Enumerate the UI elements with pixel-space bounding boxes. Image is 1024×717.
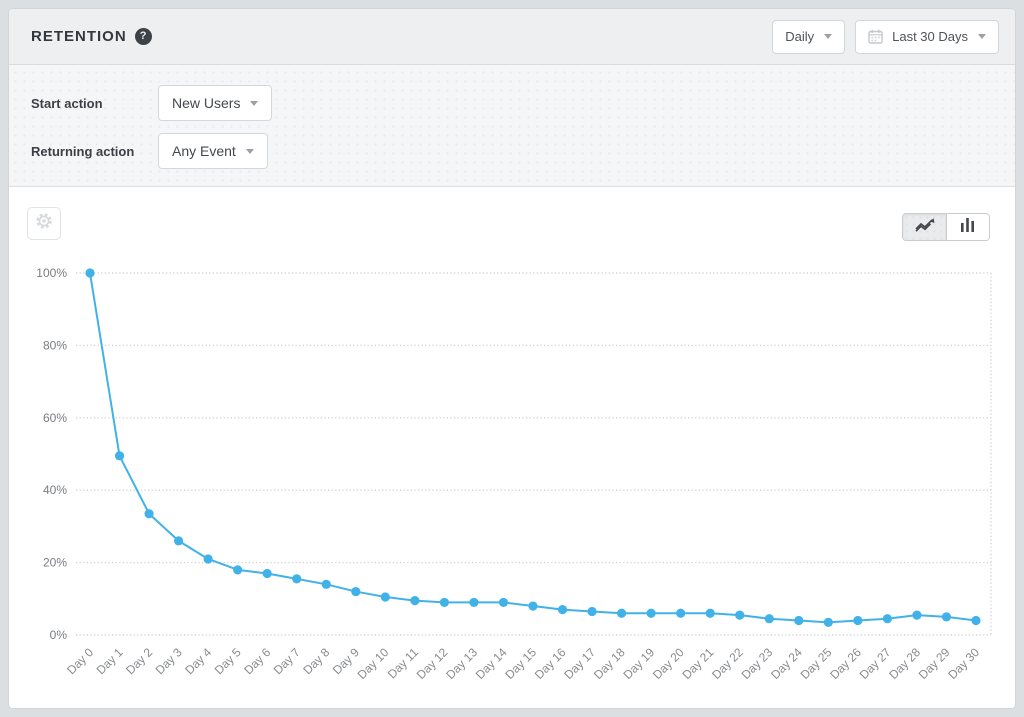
chevron-down-icon xyxy=(246,149,254,154)
returning-action-dropdown[interactable]: Any Event xyxy=(158,133,268,169)
data-point[interactable] xyxy=(706,609,715,618)
x-tick-label: Day 10 xyxy=(355,645,392,682)
data-point[interactable] xyxy=(263,569,272,578)
returning-action-label: Returning action xyxy=(31,144,158,159)
x-tick-label: Day 18 xyxy=(591,645,628,682)
retention-series-line xyxy=(90,273,976,622)
x-tick-label: Day 2 xyxy=(123,645,155,677)
start-action-value: New Users xyxy=(172,95,240,111)
retention-line-chart[interactable]: 100%80%60%40%20%0%Day 0Day 1Day 2Day 3Da… xyxy=(9,187,1016,709)
data-point[interactable] xyxy=(942,612,951,621)
x-tick-label: Day 13 xyxy=(443,645,480,682)
data-point[interactable] xyxy=(647,609,656,618)
x-tick-label: Day 20 xyxy=(650,645,687,682)
data-point[interactable] xyxy=(883,614,892,623)
data-point[interactable] xyxy=(381,592,390,601)
data-point[interactable] xyxy=(587,607,596,616)
data-point[interactable] xyxy=(853,616,862,625)
report-header: RETENTION ? Daily Last 3 xyxy=(9,9,1015,65)
x-tick-label: Day 16 xyxy=(532,645,569,682)
x-tick-label: Day 25 xyxy=(798,645,835,682)
calendar-icon xyxy=(868,29,883,44)
date-range-dropdown[interactable]: Last 30 Days xyxy=(855,20,999,54)
x-tick-label: Day 7 xyxy=(271,645,303,677)
x-tick-label: Day 4 xyxy=(182,645,214,677)
data-point[interactable] xyxy=(558,605,567,614)
x-tick-label: Day 15 xyxy=(502,645,539,682)
data-point[interactable] xyxy=(971,616,980,625)
data-point[interactable] xyxy=(233,565,242,574)
returning-action-value: Any Event xyxy=(172,143,236,159)
returning-action-row: Returning action Any Event xyxy=(31,133,1015,169)
y-tick-label: 20% xyxy=(43,556,67,570)
data-point[interactable] xyxy=(912,610,921,619)
y-tick-label: 80% xyxy=(43,338,67,352)
x-tick-label: Day 0 xyxy=(64,645,96,677)
data-point[interactable] xyxy=(351,587,360,596)
data-point[interactable] xyxy=(440,598,449,607)
x-tick-label: Day 14 xyxy=(473,645,510,682)
x-tick-label: Day 11 xyxy=(385,645,421,681)
x-tick-label: Day 17 xyxy=(561,645,598,682)
data-point[interactable] xyxy=(292,574,301,583)
page-title: RETENTION xyxy=(31,28,127,45)
data-point[interactable] xyxy=(410,596,419,605)
data-point[interactable] xyxy=(765,614,774,623)
x-tick-label: Day 26 xyxy=(827,645,864,682)
start-action-label: Start action xyxy=(31,96,158,111)
data-point[interactable] xyxy=(617,609,626,618)
data-point[interactable] xyxy=(85,268,94,277)
data-point[interactable] xyxy=(144,509,153,518)
data-point[interactable] xyxy=(174,536,183,545)
data-point[interactable] xyxy=(115,451,124,460)
x-tick-label: Day 30 xyxy=(945,645,982,682)
granularity-dropdown[interactable]: Daily xyxy=(772,20,845,54)
x-tick-label: Day 5 xyxy=(212,645,244,677)
y-tick-label: 0% xyxy=(50,628,68,642)
data-point[interactable] xyxy=(469,598,478,607)
x-tick-label: Day 24 xyxy=(768,645,805,682)
start-action-dropdown[interactable]: New Users xyxy=(158,85,272,121)
start-action-row: Start action New Users xyxy=(31,85,1015,121)
filters-section: Start action New Users Returning action … xyxy=(9,65,1015,187)
y-tick-label: 100% xyxy=(36,266,67,280)
data-point[interactable] xyxy=(528,601,537,610)
x-tick-label: Day 21 xyxy=(680,645,717,682)
x-tick-label: Day 23 xyxy=(739,645,776,682)
x-tick-label: Day 27 xyxy=(857,645,894,682)
retention-report-card: RETENTION ? Daily Last 3 xyxy=(8,8,1016,709)
data-point[interactable] xyxy=(824,618,833,627)
chevron-down-icon xyxy=(824,34,832,39)
data-point[interactable] xyxy=(735,610,744,619)
granularity-dropdown-label: Daily xyxy=(785,29,814,44)
x-tick-label: Day 1 xyxy=(94,645,126,677)
x-tick-label: Day 6 xyxy=(241,645,273,677)
help-icon[interactable]: ? xyxy=(135,28,152,45)
data-point[interactable] xyxy=(204,554,213,563)
x-tick-label: Day 12 xyxy=(414,645,451,682)
chevron-down-icon xyxy=(250,101,258,106)
x-tick-label: Day 8 xyxy=(300,645,332,677)
y-tick-label: 60% xyxy=(43,411,67,425)
x-tick-label: Day 29 xyxy=(916,645,953,682)
y-tick-label: 40% xyxy=(43,483,67,497)
x-tick-label: Day 22 xyxy=(709,645,746,682)
chart-panel: 100%80%60%40%20%0%Day 0Day 1Day 2Day 3Da… xyxy=(9,187,1015,709)
data-point[interactable] xyxy=(676,609,685,618)
data-point[interactable] xyxy=(322,580,331,589)
date-range-dropdown-label: Last 30 Days xyxy=(892,29,968,44)
data-point[interactable] xyxy=(794,616,803,625)
chevron-down-icon xyxy=(978,34,986,39)
x-tick-label: Day 19 xyxy=(620,645,657,682)
x-tick-label: Day 28 xyxy=(886,645,923,682)
x-tick-label: Day 3 xyxy=(153,645,185,677)
data-point[interactable] xyxy=(499,598,508,607)
